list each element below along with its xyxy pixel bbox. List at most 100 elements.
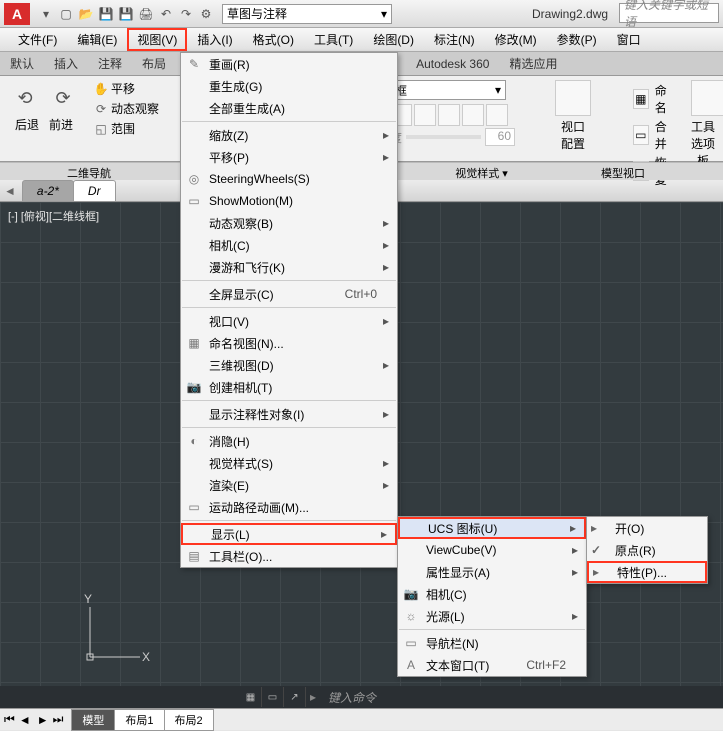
submenu-light[interactable]: ☼光源(L)	[398, 605, 586, 627]
menu-vstyles[interactable]: 视觉样式(S)	[181, 452, 397, 474]
menu-3dviews[interactable]: 三维视图(D)	[181, 354, 397, 376]
cmd-icon: ▸	[310, 690, 316, 704]
menu-hide[interactable]: ◐消隐(H)	[181, 430, 397, 452]
command-line[interactable]: 键入命令	[320, 689, 723, 706]
save-icon[interactable]: 💾	[97, 5, 115, 23]
layout-last-icon[interactable]: ⏭	[53, 712, 64, 727]
layout-tab-2[interactable]: 布局2	[164, 709, 214, 731]
menu-motion[interactable]: ▭运动路径动画(M)...	[181, 496, 397, 518]
menu-dimension[interactable]: 标注(N)	[424, 28, 485, 51]
submenu-ucs[interactable]: UCS 图标(U)	[398, 517, 586, 539]
menu-walk[interactable]: 漫游和飞行(K)	[181, 256, 397, 278]
submenu-attr[interactable]: 属性显示(A)	[398, 561, 586, 583]
menu-view[interactable]: 视图(V)	[127, 28, 187, 51]
transparency-value[interactable]: 60	[485, 128, 515, 146]
viewport-button[interactable]	[555, 80, 591, 116]
menu-createcam[interactable]: 📷创建相机(T)	[181, 376, 397, 398]
tab-annotate[interactable]: 注释	[88, 51, 132, 76]
saveas-icon[interactable]: 💾	[117, 5, 135, 23]
camera-icon: 📷	[186, 379, 202, 395]
undo-icon[interactable]: ↶	[157, 5, 175, 23]
menu-regenall[interactable]: 全部重生成(A)	[181, 97, 397, 119]
new-icon[interactable]: ▢	[57, 5, 75, 23]
menu-modify[interactable]: 修改(M)	[485, 28, 547, 51]
doc-tab-a2[interactable]: a-2*	[22, 180, 74, 201]
menu-edit[interactable]: 编辑(E)	[67, 28, 127, 51]
named-icon: ▦	[633, 89, 649, 109]
vs-btn-6[interactable]	[486, 104, 508, 126]
pan-button[interactable]: ✋平移	[94, 80, 172, 97]
menu-named-views[interactable]: ▦命名视图(N)...	[181, 332, 397, 354]
menu-pan[interactable]: 平移(P)	[181, 146, 397, 168]
tab-insert[interactable]: 插入	[44, 51, 88, 76]
print-icon[interactable]: 🖨	[137, 5, 155, 23]
merge-vp-button[interactable]: ▭合并	[633, 118, 673, 152]
ucs-on[interactable]: ▸开(O)	[587, 517, 707, 539]
qat-dropdown-icon[interactable]: ▾	[37, 5, 55, 23]
menu-insert[interactable]: 插入(I)	[187, 28, 242, 51]
orbit-button[interactable]: ⟳动态观察	[94, 100, 172, 117]
search-input[interactable]: 键入关键字或短语	[619, 3, 719, 23]
submenu-navbar[interactable]: ▭导航栏(N)	[398, 632, 586, 654]
ucs-origin[interactable]: ✓原点(R)	[587, 539, 707, 561]
ucs-properties[interactable]: ▸特性(P)...	[587, 561, 707, 583]
tab-default[interactable]: 默认	[0, 51, 44, 76]
menu-draw[interactable]: 绘图(D)	[363, 28, 424, 51]
named-vp-button[interactable]: ▦命名	[633, 82, 673, 116]
menu-redraw[interactable]: ✎重画(R)	[181, 53, 397, 75]
sb-1[interactable]: ▦	[240, 687, 262, 707]
panel-label-nav: 二维导航	[0, 162, 178, 180]
submenu-textwin[interactable]: A文本窗口(T)Ctrl+F2	[398, 654, 586, 676]
redo-icon[interactable]: ↷	[177, 5, 195, 23]
ucs-props-icon: ▸	[593, 565, 607, 579]
extents-button[interactable]: ◱范围	[94, 120, 172, 137]
menu-zoom[interactable]: 缩放(Z)	[181, 124, 397, 146]
menu-fullscreen[interactable]: 全屏显示(C)Ctrl+0	[181, 283, 397, 305]
tool-palettes-button[interactable]	[691, 80, 723, 116]
back-icon[interactable]: ⟲	[13, 86, 37, 110]
menu-params[interactable]: 参数(P)	[547, 28, 607, 51]
menu-format[interactable]: 格式(O)	[243, 28, 304, 51]
tab-prev-icon[interactable]: ◄	[4, 184, 16, 198]
tab-featured[interactable]: 精选应用	[499, 51, 567, 76]
menu-regen[interactable]: 重生成(G)	[181, 75, 397, 97]
sb-2[interactable]: ▭	[262, 687, 284, 707]
toolbar-icon: ▤	[186, 548, 202, 564]
layout-first-icon[interactable]: ⏮	[4, 712, 15, 727]
menu-display[interactable]: 显示(L)	[181, 523, 397, 545]
menu-showmotion[interactable]: ▭ShowMotion(M)	[181, 190, 397, 212]
menu-window[interactable]: 窗口	[607, 28, 651, 51]
menu-tools[interactable]: 工具(T)	[304, 28, 363, 51]
menu-file[interactable]: 文件(F)	[8, 28, 67, 51]
open-icon[interactable]: 📂	[77, 5, 95, 23]
menu-annotative[interactable]: 显示注释性对象(I)	[181, 403, 397, 425]
submenu-camera[interactable]: 📷相机(C)	[398, 583, 586, 605]
vs-btn-4[interactable]	[438, 104, 460, 126]
menu-orbit[interactable]: 动态观察(B)	[181, 212, 397, 234]
viewport-controls[interactable]: [-] [俯视][二维线框]	[8, 208, 99, 224]
light-icon: ☼	[403, 608, 419, 624]
layout-tab-1[interactable]: 布局1	[114, 709, 164, 731]
layout-prev-icon[interactable]: ◄	[19, 713, 31, 727]
layout-next-icon[interactable]: ►	[37, 713, 49, 727]
vs-btn-5[interactable]	[462, 104, 484, 126]
workspace-dropdown[interactable]: 草图与注释 ▾	[222, 4, 392, 24]
tab-a360[interactable]: Autodesk 360	[406, 53, 499, 75]
panel-label-vstyle[interactable]: 视觉样式 ▾	[398, 162, 565, 180]
submenu-viewcube[interactable]: ViewCube(V)	[398, 539, 586, 561]
menu-toolbars[interactable]: ▤工具栏(O)...	[181, 545, 397, 567]
gear-icon[interactable]: ⚙	[197, 5, 215, 23]
tab-layout[interactable]: 布局	[132, 51, 176, 76]
merge-icon: ▭	[633, 125, 649, 145]
forward-icon[interactable]: ⟳	[51, 86, 75, 110]
menu-camera[interactable]: 相机(C)	[181, 234, 397, 256]
menu-viewports[interactable]: 视口(V)	[181, 310, 397, 332]
menu-steering[interactable]: ◎SteeringWheels(S)	[181, 168, 397, 190]
menu-render[interactable]: 渲染(E)	[181, 474, 397, 496]
app-logo[interactable]: A	[4, 3, 30, 25]
vs-btn-3[interactable]	[414, 104, 436, 126]
sb-3[interactable]: ↗	[284, 687, 306, 707]
doc-tab-dr[interactable]: Dr	[73, 180, 116, 201]
workspace-label: 草图与注释	[227, 5, 287, 22]
layout-tab-model[interactable]: 模型	[71, 709, 115, 731]
